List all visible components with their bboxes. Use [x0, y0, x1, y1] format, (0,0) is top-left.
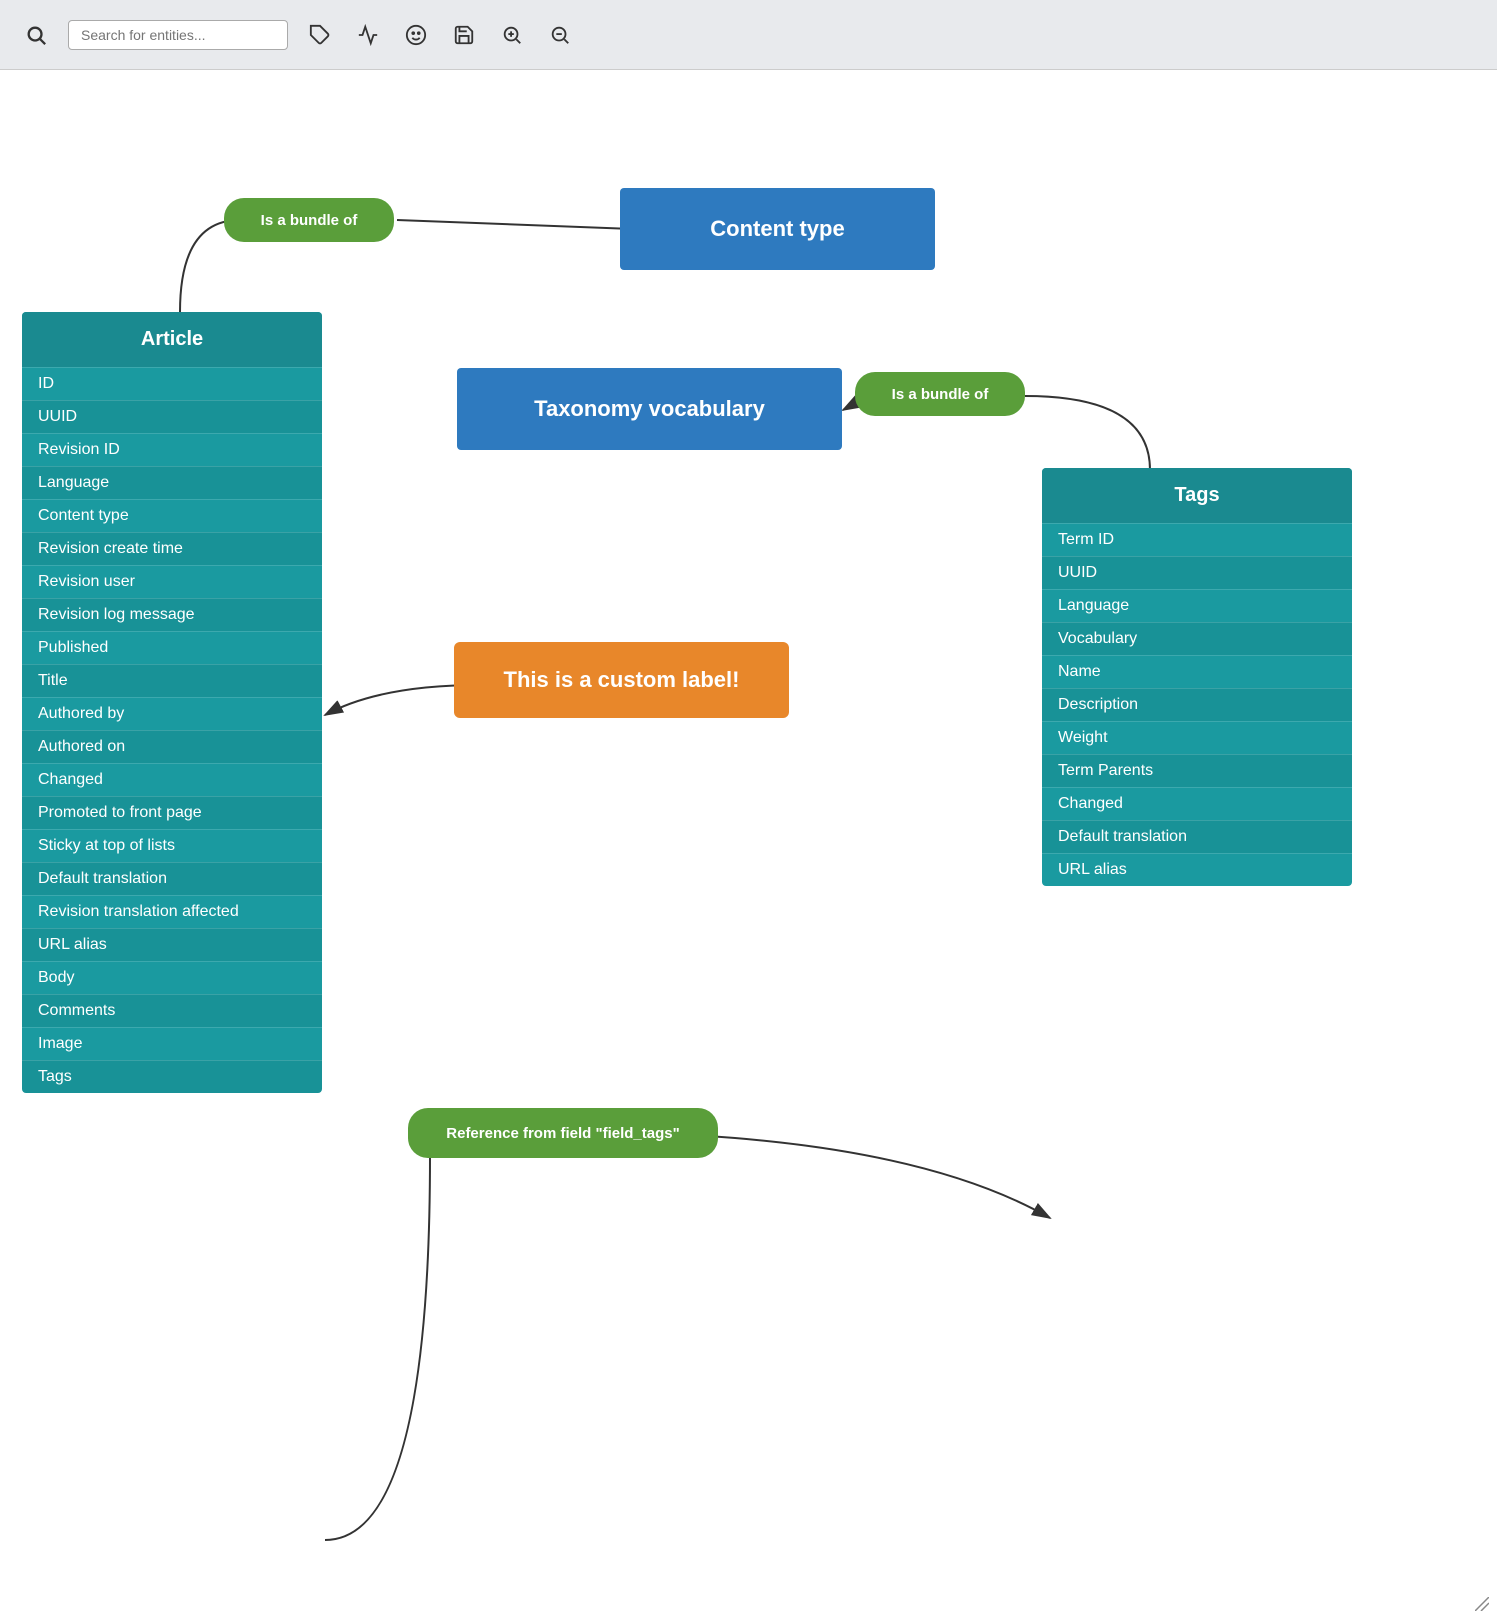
table-row: Description — [1042, 688, 1352, 721]
tags-card[interactable]: Tags Term ID UUID Language Vocabulary Na… — [1042, 468, 1352, 886]
search-icon[interactable] — [20, 19, 52, 51]
table-row: Promoted to front page — [22, 796, 322, 829]
table-row: Vocabulary — [1042, 622, 1352, 655]
table-row: Changed — [1042, 787, 1352, 820]
zoom-out-icon[interactable] — [544, 19, 576, 51]
is-bundle-of-label-1[interactable]: Is a bundle of — [224, 198, 394, 242]
table-row: Comments — [22, 994, 322, 1027]
table-row: URL alias — [1042, 853, 1352, 886]
table-row: Tags — [22, 1060, 322, 1093]
table-row: UUID — [1042, 556, 1352, 589]
table-row: Title — [22, 664, 322, 697]
table-row: Image — [22, 1027, 322, 1060]
table-row: Content type — [22, 499, 322, 532]
table-row: UUID — [22, 400, 322, 433]
table-row: Revision translation affected — [22, 895, 322, 928]
table-row: Authored by — [22, 697, 322, 730]
table-row: Authored on — [22, 730, 322, 763]
save-icon[interactable] — [448, 19, 480, 51]
custom-label-node[interactable]: This is a custom label! — [454, 642, 789, 718]
article-card-title: Article — [22, 312, 322, 367]
taxonomy-vocabulary-node[interactable]: Taxonomy vocabulary — [457, 368, 842, 450]
canvas: Content type Taxonomy vocabulary Is a bu… — [0, 70, 1497, 1619]
label-icon[interactable] — [304, 19, 336, 51]
table-row: Language — [22, 466, 322, 499]
is-bundle-of-label-2[interactable]: Is a bundle of — [855, 372, 1025, 416]
table-row: Name — [1042, 655, 1352, 688]
reference-label-node[interactable]: Reference from field "field_tags" — [408, 1108, 718, 1158]
tags-card-title: Tags — [1042, 468, 1352, 523]
table-row: Revision log message — [22, 598, 322, 631]
table-row: Sticky at top of lists — [22, 829, 322, 862]
resize-handle[interactable] — [1475, 1597, 1489, 1611]
article-card[interactable]: Article ID UUID Revision ID Language Con… — [22, 312, 322, 1093]
table-row: Term Parents — [1042, 754, 1352, 787]
table-row: Revision ID — [22, 433, 322, 466]
content-type-node[interactable]: Content type — [620, 188, 935, 270]
toolbar — [0, 0, 1497, 70]
table-row: Published — [22, 631, 322, 664]
search-input[interactable] — [68, 20, 288, 50]
face-icon[interactable] — [400, 19, 432, 51]
table-row: Term ID — [1042, 523, 1352, 556]
table-row: Weight — [1042, 721, 1352, 754]
table-row: Language — [1042, 589, 1352, 622]
table-row: Changed — [22, 763, 322, 796]
analytics-icon[interactable] — [352, 19, 384, 51]
table-row: Default translation — [1042, 820, 1352, 853]
table-row: Default translation — [22, 862, 322, 895]
table-row: Body — [22, 961, 322, 994]
zoom-in-icon[interactable] — [496, 19, 528, 51]
table-row: Revision user — [22, 565, 322, 598]
table-row: Revision create time — [22, 532, 322, 565]
table-row: ID — [22, 367, 322, 400]
table-row: URL alias — [22, 928, 322, 961]
